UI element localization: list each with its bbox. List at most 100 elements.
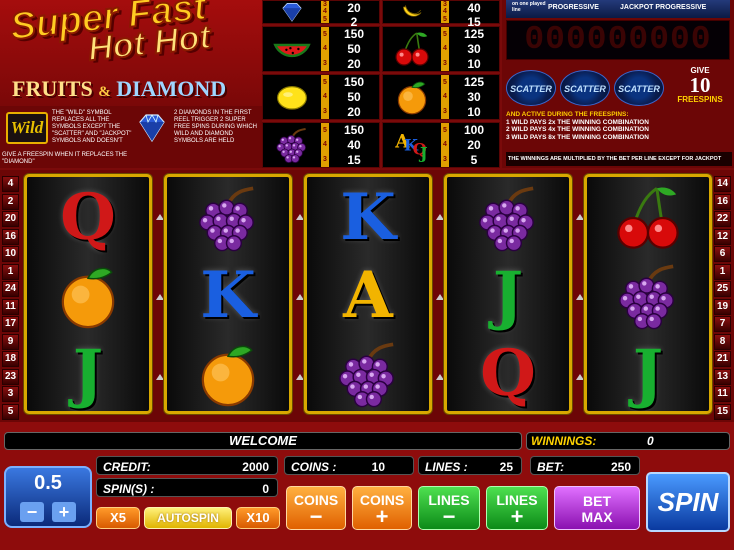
payline-marker-left[interactable]: 11 xyxy=(2,298,19,315)
payout-count: 3 xyxy=(323,108,327,116)
cherry-icon xyxy=(587,179,709,257)
freespin-rules: AND ACTIVE DURING THE FREESPINS: 1 WILD … xyxy=(506,111,649,141)
payout-value: 20 xyxy=(347,104,361,119)
lemon-icon xyxy=(263,75,321,119)
reel: J xyxy=(584,174,712,414)
payline-marker-right[interactable]: 13 xyxy=(714,368,731,385)
coin-value-increase-button[interactable]: + xyxy=(52,502,76,522)
separator-arrow-icon xyxy=(436,294,444,300)
payout-count: 5 xyxy=(443,30,447,38)
scatter-icon: SCATTER xyxy=(560,70,610,106)
payout-count: 3 xyxy=(323,156,327,164)
payline-marker-right[interactable]: 12 xyxy=(714,228,731,245)
symbol-letter: K xyxy=(200,258,256,333)
payout-value: 40 xyxy=(347,137,361,152)
symbol-letter: J xyxy=(632,336,664,411)
payout-value: 10 xyxy=(467,104,481,119)
diamond-rule-text: 2 DIAMONDS IN THE FIRST REEL TRIGGER 2 S… xyxy=(174,110,258,144)
autospin-button[interactable]: AUTOSPIN xyxy=(144,507,232,529)
coins-increase-button[interactable]: COINS + xyxy=(352,486,412,530)
payout-value: 50 xyxy=(347,89,361,104)
payline-marker-left[interactable]: 20 xyxy=(2,211,19,227)
x5-button[interactable]: X5 xyxy=(96,507,140,529)
coins-field: COINS : 10 xyxy=(284,456,414,475)
payline-marker-right[interactable]: 6 xyxy=(714,246,731,262)
cherry-icon xyxy=(383,27,441,71)
spin-button[interactable]: SPIN xyxy=(646,472,730,532)
lines-value: 25 xyxy=(499,460,513,474)
paytable-entry: 3 4 5 40 15 xyxy=(382,0,500,29)
paytable-entry: 3 4 5 20 2 xyxy=(262,0,380,29)
payline-marker-right[interactable]: 11 xyxy=(714,386,731,402)
bet-max-button[interactable]: BET MAX xyxy=(554,486,640,530)
payline-marker-left[interactable]: 10 xyxy=(2,246,19,262)
winnings-value: 0 xyxy=(647,434,654,448)
payout-count-stripe: 345 xyxy=(321,1,329,23)
payout-count: 5 xyxy=(323,30,327,38)
paytable-entry: 5 4 3 150 50 20 xyxy=(262,26,380,72)
spins-field: SPIN(S) : 0 xyxy=(96,478,278,497)
separator-arrow-icon xyxy=(296,294,304,300)
payout-value: 10 xyxy=(467,56,481,71)
payline-marker-right[interactable]: 19 xyxy=(714,298,731,315)
scatter-icon: SCATTER xyxy=(614,70,664,106)
payout-values: 150 50 20 xyxy=(329,75,379,119)
lines-label: LINES : xyxy=(425,460,468,474)
payline-marker-right[interactable]: 16 xyxy=(714,193,731,210)
payout-value: 5 xyxy=(470,152,478,167)
payline-marker-right[interactable]: 15 xyxy=(714,403,731,420)
symbol-letter: A xyxy=(343,258,393,333)
payline-marker-right[interactable]: 1 xyxy=(714,263,731,280)
payline-marker-left[interactable]: 5 xyxy=(2,403,19,420)
x10-button[interactable]: X10 xyxy=(236,507,280,529)
payline-marker-right[interactable]: 22 xyxy=(714,211,731,227)
wild-icon: Wild xyxy=(6,112,48,144)
lines-decrease-button[interactable]: LINES − xyxy=(418,486,480,530)
coin-value-decrease-button[interactable]: − xyxy=(20,502,44,522)
payout-count: 4 xyxy=(323,8,327,16)
jackpot-panel: on one played line PROGRESSIVE JACKPOT P… xyxy=(502,0,734,168)
payline-marker-left[interactable]: 24 xyxy=(2,281,19,297)
payline-marker-left[interactable]: 16 xyxy=(2,228,19,245)
payout-value: 40 xyxy=(467,1,481,15)
payline-marker-left[interactable]: 4 xyxy=(2,176,19,192)
payout-count: 4 xyxy=(443,8,447,16)
symbol-letter: Q xyxy=(480,336,536,411)
coin-value-selector: 0.5 − + xyxy=(4,466,92,528)
lines-increase-button[interactable]: LINES + xyxy=(486,486,548,530)
payout-count: 5 xyxy=(323,126,327,134)
payline-marker-left[interactable]: 23 xyxy=(2,368,19,385)
payout-count: 5 xyxy=(323,15,327,23)
coins-decrease-button[interactable]: COINS − xyxy=(286,486,346,530)
reel: K xyxy=(164,174,292,414)
jackpot-meter: 000000000 xyxy=(506,20,730,60)
payline-marker-right[interactable]: 8 xyxy=(714,333,731,350)
control-panel: WELCOME WINNINGS: 0 0.5 − + CREDIT: 2000… xyxy=(0,422,734,550)
payout-count: 4 xyxy=(323,45,327,53)
payout-values: 150 50 20 xyxy=(329,27,379,71)
symbol-j: J xyxy=(587,335,709,413)
payout-count-stripe: 5 4 3 xyxy=(321,27,329,71)
separator-arrow-icon xyxy=(436,374,444,380)
reel: KA xyxy=(304,174,432,414)
payline-marker-left[interactable]: 2 xyxy=(2,193,19,210)
symbol-q: Q xyxy=(27,179,149,257)
payline-marker-right[interactable]: 25 xyxy=(714,281,731,297)
diamond-icon xyxy=(139,114,165,143)
payline-marker-right[interactable]: 21 xyxy=(714,351,731,367)
payline-marker-left[interactable]: 17 xyxy=(2,316,19,332)
payline-marker-right[interactable]: 14 xyxy=(714,176,731,192)
once-played-label: on one played line xyxy=(512,1,546,13)
coins-value: 10 xyxy=(371,460,385,474)
grapes-icon xyxy=(263,123,321,167)
payout-count: 4 xyxy=(443,45,447,53)
payout-value: 125 xyxy=(463,75,485,90)
payout-count: 4 xyxy=(443,141,447,149)
payline-marker-right[interactable]: 7 xyxy=(714,316,731,332)
payline-marker-left[interactable]: 3 xyxy=(2,386,19,402)
payline-marker-left[interactable]: 18 xyxy=(2,351,19,367)
payline-marker-left[interactable]: 9 xyxy=(2,333,19,350)
payline-marker-left[interactable]: 1 xyxy=(2,263,19,280)
payout-count-stripe: 345 xyxy=(441,1,449,23)
coin-value: 0.5 xyxy=(34,472,62,494)
